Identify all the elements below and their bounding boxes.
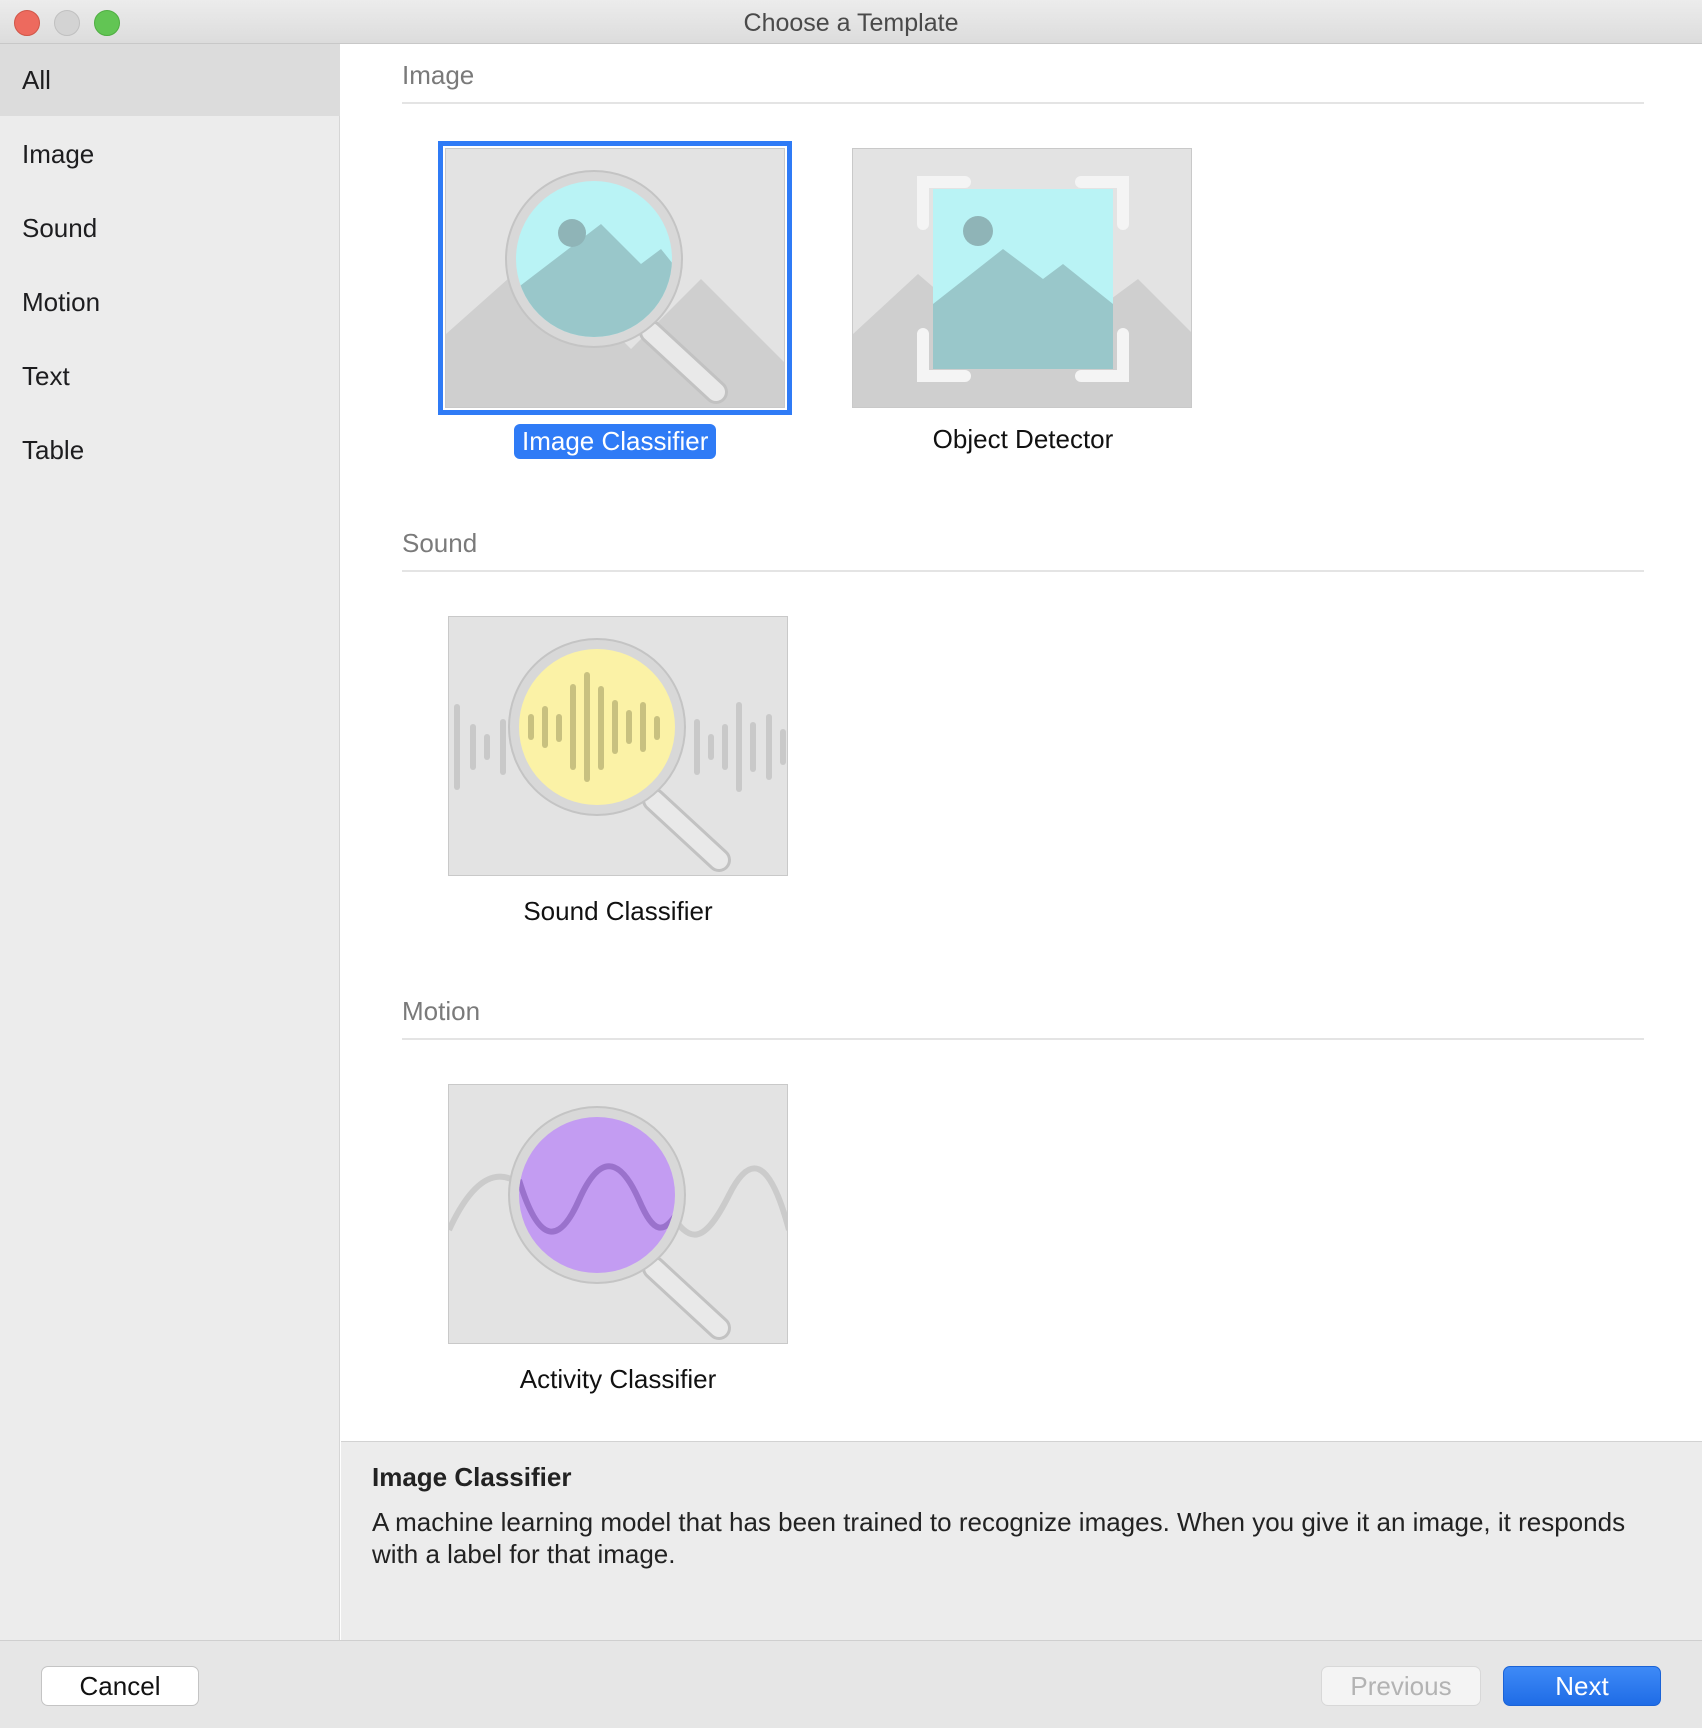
section-title-motion: Motion [402, 996, 481, 1026]
section-title-image: Image [402, 60, 475, 90]
sidebar-item-table[interactable]: Table [0, 414, 340, 486]
sidebar-item-sound[interactable]: Sound [0, 192, 340, 264]
template-label-activity-classifier[interactable]: Activity Classifier [448, 1364, 788, 1395]
window-title: Choose a Template [743, 9, 959, 37]
template-description-panel: Image Classifier A machine learning mode… [341, 1441, 1702, 1640]
template-label-image-classifier[interactable]: Image Classifier [514, 424, 717, 459]
section-title-sound: Sound [402, 528, 478, 558]
template-image-classifier[interactable] [438, 141, 792, 415]
image-classifier-icon [446, 149, 784, 407]
template-label-sound-classifier[interactable]: Sound Classifier [448, 896, 788, 927]
sidebar-item-all[interactable]: All [0, 44, 340, 116]
sound-classifier-icon [449, 617, 787, 875]
sidebar-item-image[interactable]: Image [0, 118, 340, 190]
section-divider [402, 1038, 1644, 1040]
activity-classifier-icon [449, 1085, 787, 1343]
cancel-button[interactable]: Cancel [41, 1666, 199, 1706]
title-bar: Choose a Template [0, 0, 1702, 44]
sidebar: All Image Sound Motion Text Table [0, 44, 340, 1640]
sidebar-item-motion[interactable]: Motion [0, 266, 340, 338]
template-activity-classifier[interactable] [448, 1084, 788, 1344]
description-body: A machine learning model that has been t… [372, 1507, 1626, 1569]
template-label-object-detector[interactable]: Object Detector [925, 424, 1121, 455]
object-detector-icon [853, 149, 1191, 407]
description-title: Image Classifier [372, 1462, 572, 1492]
dialog-footer: Cancel Previous Next [0, 1640, 1702, 1728]
template-gallery: Image Image Classifier Object Detector S… [341, 44, 1702, 1441]
section-divider [402, 102, 1644, 104]
template-sound-classifier[interactable] [448, 616, 788, 876]
sidebar-item-text[interactable]: Text [0, 340, 340, 412]
template-object-detector[interactable] [852, 148, 1192, 408]
section-divider [402, 570, 1644, 572]
previous-button[interactable]: Previous [1321, 1666, 1481, 1706]
next-button[interactable]: Next [1503, 1666, 1661, 1706]
